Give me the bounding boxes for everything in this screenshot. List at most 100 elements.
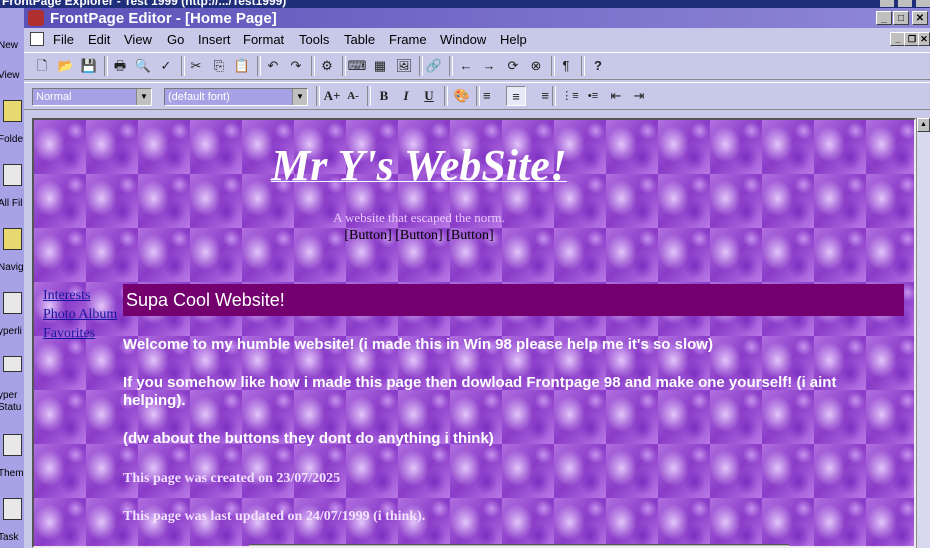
updated-date-text[interactable]: This page was last updated on 24/07/1999…	[123, 508, 893, 526]
page-banner[interactable]: Supa Cool Website!	[123, 284, 904, 316]
nav-link-interests[interactable]: Interests	[43, 286, 117, 305]
maximize-button[interactable]: □	[893, 11, 909, 25]
show-paragraph-icon[interactable]: ¶	[556, 56, 576, 76]
chevron-down-icon[interactable]: ▼	[292, 89, 307, 105]
page-editor-canvas[interactable]: Mr Y's WebSite! A website that escaped t…	[32, 118, 916, 548]
menu-insert[interactable]: Insert	[198, 32, 231, 47]
toolbar-separator	[181, 56, 185, 76]
paste-icon[interactable]: 📋	[232, 56, 252, 76]
save-icon[interactable]: 💾	[79, 56, 99, 76]
bg-minimize-button[interactable]	[880, 0, 894, 7]
folders-label[interactable]: Folde	[0, 134, 23, 145]
welcome-paragraph[interactable]: Welcome to my humble website! (i made th…	[123, 336, 893, 354]
decrease-indent-icon[interactable]: ⇤	[606, 86, 626, 106]
menu-tools[interactable]: Tools	[299, 32, 329, 47]
background-window-titlebar: FrontPage Explorer - Test 1999 (http://.…	[0, 0, 930, 8]
view-label[interactable]: View	[0, 70, 20, 81]
vertical-scrollbar[interactable]: ▲	[916, 118, 930, 548]
toolbar-separator	[581, 56, 585, 76]
hyperlinks-icon[interactable]	[3, 292, 22, 314]
frontpage-app-icon[interactable]	[28, 10, 44, 26]
all-files-label[interactable]: All Fil	[0, 198, 22, 209]
bg-maximize-button[interactable]	[898, 0, 912, 7]
window-titlebar[interactable]: FrontPage Editor - [Home Page] _ □ ✕	[24, 8, 930, 28]
toolbar-separator	[311, 56, 315, 76]
text-color-icon[interactable]: 🎨	[452, 86, 472, 106]
menu-file[interactable]: File	[53, 32, 74, 47]
document-icon[interactable]	[30, 32, 44, 46]
insert-form-field-icon[interactable]: ⌨	[347, 56, 367, 76]
menu-edit[interactable]: Edit	[88, 32, 110, 47]
menu-view[interactable]: View	[124, 32, 152, 47]
explorer-views-pane: New View Folde All Fil Naviga yperli ype…	[0, 8, 24, 548]
menu-frame[interactable]: Frame	[389, 32, 427, 47]
forward-icon[interactable]: →	[479, 56, 499, 76]
nav-link-favorites[interactable]: Favorites	[43, 324, 117, 343]
themes-label[interactable]: Them	[0, 468, 24, 479]
navigation-label[interactable]: Naviga	[0, 262, 24, 273]
close-button[interactable]: ✕	[912, 11, 928, 25]
italic-button[interactable]: I	[396, 86, 416, 106]
tasks-label[interactable]: Task	[0, 532, 19, 543]
print-preview-icon[interactable]: 🔍	[133, 56, 153, 76]
chevron-down-icon[interactable]: ▼	[136, 89, 151, 105]
tasks-icon[interactable]	[3, 498, 22, 520]
refresh-icon[interactable]: ⟳	[503, 56, 523, 76]
menu-format[interactable]: Format	[243, 32, 284, 47]
doc-close-button[interactable]: ✕	[918, 32, 930, 46]
align-center-icon[interactable]: ≡	[506, 86, 526, 106]
bold-button[interactable]: B	[374, 86, 394, 106]
frontpage-editor-window: FrontPage Editor - [Home Page] _ □ ✕ Fil…	[24, 8, 930, 548]
menu-table[interactable]: Table	[344, 32, 375, 47]
increase-indent-icon[interactable]: ⇥	[629, 86, 649, 106]
themes-icon[interactable]	[3, 434, 22, 456]
style-dropdown[interactable]: Normal ▼	[32, 88, 152, 106]
folders-icon[interactable]	[3, 100, 22, 122]
help-icon[interactable]: ?	[588, 56, 608, 76]
web-component-icon[interactable]: ⚙	[317, 56, 337, 76]
redo-icon[interactable]: ↷	[286, 56, 306, 76]
increase-font-icon[interactable]: A+	[322, 86, 342, 106]
hyperlinks-label[interactable]: yperli	[0, 326, 22, 337]
created-date-text[interactable]: This page was created on 23/07/2025	[123, 470, 893, 488]
hyperlink-icon[interactable]: 🔗	[424, 56, 444, 76]
buttons-note-paragraph[interactable]: (dw about the buttons they dont do anyth…	[123, 430, 893, 448]
cut-icon[interactable]: ✂	[186, 56, 206, 76]
menu-window[interactable]: Window	[440, 32, 486, 47]
open-icon[interactable]: 📂	[56, 56, 76, 76]
back-icon[interactable]: ←	[456, 56, 476, 76]
navigation-buttons-placeholder[interactable]: [Button] [Button] [Button]	[34, 228, 804, 244]
font-value: (default font)	[168, 91, 230, 103]
hyperlink-status-label[interactable]: yper Statu	[0, 390, 22, 414]
numbered-list-icon[interactable]: ⋮≡	[560, 86, 580, 106]
align-left-icon[interactable]: ≡	[483, 86, 503, 106]
sidebar-nav: Interests Photo Album Favorites	[43, 286, 117, 343]
font-dropdown[interactable]: (default font) ▼	[164, 88, 308, 106]
decrease-font-icon[interactable]: A-	[343, 86, 363, 106]
menu-help[interactable]: Help	[500, 32, 527, 47]
menu-go[interactable]: Go	[167, 32, 184, 47]
all-files-icon[interactable]	[3, 164, 22, 186]
frontpage-paragraph[interactable]: If you somehow like how i made this page…	[123, 374, 893, 410]
scroll-up-arrow-icon[interactable]: ▲	[917, 118, 930, 132]
minimize-button[interactable]: _	[876, 11, 892, 25]
spelling-icon[interactable]: ✓	[156, 56, 176, 76]
insert-image-icon[interactable]: 🖼	[394, 56, 414, 76]
copy-icon[interactable]: ⎘	[209, 56, 229, 76]
new-page-icon[interactable]: 🗋	[32, 56, 52, 76]
insert-table-icon[interactable]: ▦	[370, 56, 390, 76]
toolbar-separator	[257, 56, 261, 76]
nav-link-photo-album[interactable]: Photo Album	[43, 305, 117, 324]
align-right-icon[interactable]: ≡	[529, 86, 549, 106]
print-icon[interactable]: 🖶	[110, 56, 130, 76]
navigation-icon[interactable]	[3, 228, 22, 250]
new-label[interactable]: New	[0, 40, 18, 51]
underline-button[interactable]: U	[419, 86, 439, 106]
stop-icon[interactable]: ⊗	[526, 56, 546, 76]
hyperlink-status-icon[interactable]	[3, 356, 22, 372]
bulleted-list-icon[interactable]: •≡	[583, 86, 603, 106]
site-title[interactable]: Mr Y's WebSite!	[34, 140, 804, 191]
bg-close-button[interactable]	[916, 0, 930, 7]
undo-icon[interactable]: ↶	[263, 56, 283, 76]
site-tagline[interactable]: A website that escaped the norm.	[34, 210, 804, 226]
